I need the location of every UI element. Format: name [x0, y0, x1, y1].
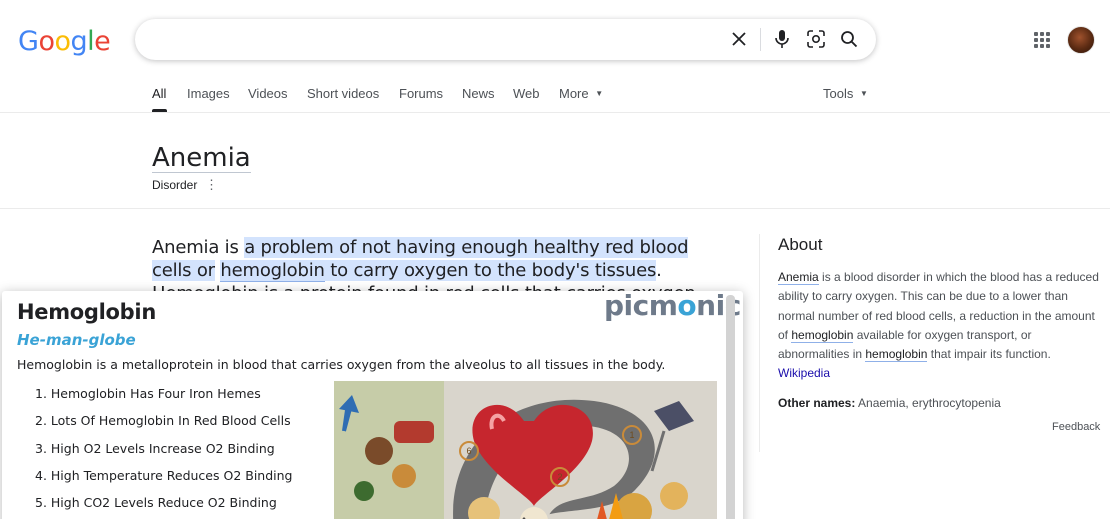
panel-divider	[759, 234, 760, 452]
picmonic-card[interactable]: Hemoglobin He-man-globe Hemoglobin is a …	[2, 289, 743, 519]
picmonic-illustration[interactable]: 1 2 6	[334, 381, 717, 519]
list-item[interactable]: 5. High CO2 Levels Reduce O2 Binding	[35, 495, 292, 519]
tab-more-label: More	[559, 86, 589, 101]
tools-button[interactable]: Tools ▼	[823, 86, 868, 101]
feedback-link[interactable]: Feedback	[1052, 421, 1100, 433]
svg-text:1: 1	[629, 430, 634, 440]
about-description: Anemia is a blood disorder in which the …	[778, 268, 1100, 384]
about-text: that impair its function.	[927, 347, 1051, 362]
tab-news[interactable]: News	[462, 86, 495, 101]
list-item[interactable]: 1. Hemoglobin Has Four Iron Hemes	[35, 386, 292, 413]
logo-letter: e	[94, 26, 111, 57]
other-names-label: Other names:	[778, 396, 856, 410]
apps-icon[interactable]	[1032, 30, 1052, 50]
snippet-highlight: to carry oxygen to the body's tissues	[324, 260, 657, 281]
entity-title[interactable]: Anemia	[152, 144, 251, 173]
snippet-text: Anemia is	[152, 237, 245, 258]
tab-all[interactable]: All	[152, 86, 166, 101]
search-icon[interactable]	[838, 28, 860, 50]
logo-letter: g	[70, 26, 88, 57]
list-item[interactable]: 3. High O2 Levels Increase O2 Binding	[35, 441, 292, 468]
google-logo[interactable]: Google	[18, 26, 111, 57]
entity-divider	[0, 208, 1110, 209]
search-box[interactable]	[135, 19, 876, 60]
tab-more[interactable]: More ▼	[559, 86, 603, 101]
wikipedia-link[interactable]: Wikipedia	[778, 366, 830, 380]
entity-subtitle: Disorder	[152, 178, 198, 192]
illustration-image: 1 2 6	[334, 381, 717, 519]
more-options-icon[interactable]: ⋮	[205, 177, 218, 193]
about-title: About	[778, 235, 823, 254]
card-subtitle: He-man-globe	[17, 331, 136, 349]
avatar[interactable]	[1067, 26, 1095, 54]
svg-text:6: 6	[466, 446, 471, 456]
lens-icon[interactable]	[805, 28, 827, 50]
other-names-value: Anaemia, erythrocytopenia	[855, 396, 1001, 410]
other-names: Other names: Anaemia, erythrocytopenia	[778, 396, 1001, 410]
hemoglobin-link[interactable]: hemoglobin	[865, 347, 928, 363]
tab-short-videos[interactable]: Short videos	[307, 86, 379, 101]
brand-o: o	[677, 289, 697, 322]
header-divider	[0, 112, 1110, 113]
brand-text: picm	[604, 289, 678, 322]
card-facts-list: 1. Hemoglobin Has Four Iron Hemes 2. Lot…	[35, 386, 292, 519]
search-divider	[760, 28, 761, 51]
card-title: Hemoglobin	[17, 300, 156, 324]
card-description: Hemoglobin is a metalloprotein in blood …	[17, 357, 666, 372]
logo-letter: l	[87, 26, 95, 57]
snippet-text: .	[656, 260, 662, 281]
clear-icon[interactable]	[728, 28, 750, 50]
hemoglobin-link[interactable]: hemoglobin	[791, 327, 854, 343]
tab-web[interactable]: Web	[513, 86, 540, 101]
card-scrollbar[interactable]	[726, 295, 735, 519]
svg-text:2: 2	[557, 472, 562, 482]
logo-letter: o	[38, 26, 55, 57]
picmonic-logo[interactable]: picmonic	[604, 289, 741, 322]
caret-down-icon: ▼	[859, 89, 868, 98]
tools-label: Tools	[823, 86, 854, 101]
tab-images[interactable]: Images	[187, 86, 230, 101]
hemoglobin-link[interactable]: hemoglobin	[220, 260, 325, 282]
list-item[interactable]: 4. High Temperature Reduces O2 Binding	[35, 468, 292, 495]
tab-forums[interactable]: Forums	[399, 86, 443, 101]
anemia-link[interactable]: Anemia	[778, 270, 819, 285]
logo-letter: o	[54, 26, 71, 57]
caret-down-icon: ▼	[595, 89, 604, 98]
search-input[interactable]	[155, 29, 715, 51]
tab-videos[interactable]: Videos	[248, 86, 288, 101]
list-item[interactable]: 2. Lots Of Hemoglobin In Red Blood Cells	[35, 413, 292, 440]
mic-icon[interactable]	[771, 28, 793, 50]
logo-letter: G	[18, 26, 39, 57]
